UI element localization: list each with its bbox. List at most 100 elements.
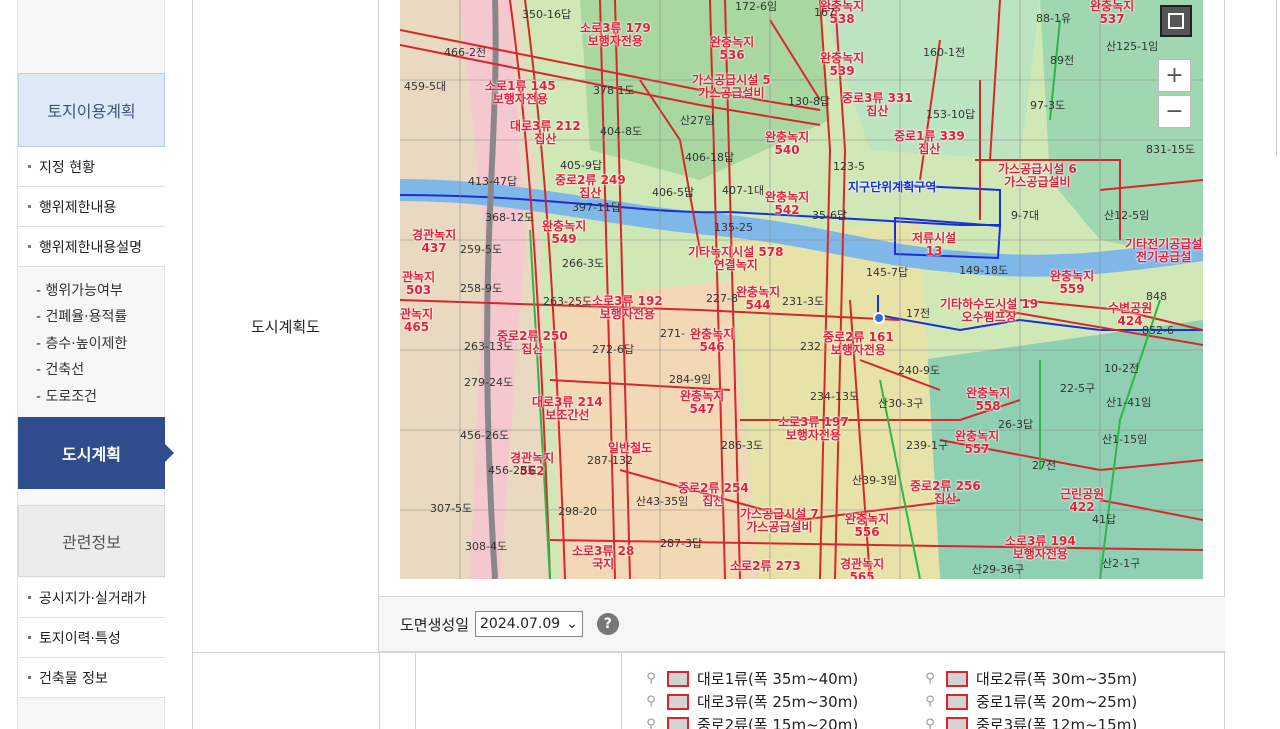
bullet-icon <box>28 596 31 599</box>
parcel-number: 407-1대 <box>722 184 765 197</box>
sidebar-item-building-info[interactable]: 건축물 정보 <box>18 658 165 698</box>
page: 토지이용계획 지정 현황 행위제한내용 행위제한내용설명 - 행위가능여부 - … <box>0 0 1280 729</box>
parcel-number: 413-47답 <box>468 175 518 188</box>
map-label: 완충녹지 546 <box>690 327 735 355</box>
parcel-number: 89전 <box>1050 54 1075 67</box>
parcel-number: 287-132 <box>587 454 633 467</box>
parcel-number: 41답 <box>1092 513 1117 526</box>
parcel-number: 88-1유 <box>1036 12 1072 25</box>
sidebar-item-label: 지정 현황 <box>39 159 95 176</box>
parcel-number: 172-6임 <box>735 0 778 13</box>
map-label: 대로3류 212 집산 <box>510 119 581 147</box>
legend-swatch <box>667 670 689 687</box>
legend-label: 중로2류(폭 15m~20m) <box>697 716 859 729</box>
sidebar-item-restrictions[interactable]: 행위제한내용 <box>18 187 165 227</box>
parcel-number: 10-2전 <box>1104 362 1140 375</box>
parcel-number: 259-5도 <box>460 243 503 256</box>
sidebar-item-land-price[interactable]: 공시지가·실거래가 <box>18 578 165 618</box>
parcel-number: 263-25도 <box>543 295 593 308</box>
map-pin-icon: ⚲ <box>925 717 935 729</box>
parcel-number: 산43-35임 <box>636 495 689 508</box>
legend-swatch <box>946 670 968 687</box>
map-label: 완충녹지 540 <box>765 130 810 158</box>
map-label: 가스공급시설 5 가스공급설비 <box>692 73 771 101</box>
parcel-number: 234-13도 <box>810 390 860 403</box>
city-plan-map[interactable]: 소로3류 179 보행자전용 완충녹지 536 완충녹지 538 완충녹지 539 소로… <box>400 0 1203 579</box>
parcel-number: 35-6답 <box>812 209 848 222</box>
sub-item-coverage-ratio[interactable]: - 건폐율·용적률 <box>36 306 127 326</box>
sub-item-building-line[interactable]: - 건축선 <box>36 359 84 379</box>
parcel-number: 산12-5임 <box>1104 209 1150 222</box>
map-label: 경관녹지 437 <box>412 228 457 256</box>
map-pin-icon: ⚲ <box>925 694 935 709</box>
map-label: 소로2류 273 <box>730 559 801 573</box>
parcel-number: 123-5 <box>833 160 865 173</box>
sidebar-section-land-use[interactable]: 토지이용계획 <box>18 73 165 147</box>
sidebar: 토지이용계획 지정 현황 행위제한내용 행위제한내용설명 - 행위가능여부 - … <box>17 0 174 729</box>
parcel-number: 232 <box>800 340 821 353</box>
map-pin-icon: ⚲ <box>646 694 656 709</box>
map-cell: 소로3류 179 보행자전용 완충녹지 536 완충녹지 538 완충녹지 539 소로… <box>379 0 1225 652</box>
parcel-number: 17전 <box>906 307 931 320</box>
sidebar-section-related-info[interactable]: 관련정보 <box>18 505 165 577</box>
parcel-number: 272-6답 <box>592 343 635 356</box>
parcel-number: 456-28도 <box>488 464 538 477</box>
parcel-number: 406-5답 <box>652 186 695 199</box>
legend-item[interactable]: ⚲ 대로2류(폭 30m~35m) <box>924 667 1137 690</box>
sidebar-item-label: 건축물 정보 <box>39 670 108 687</box>
map-label: 저류시설 13 <box>912 231 957 259</box>
map-label: 중로1류 339 집산 <box>894 129 965 157</box>
parcel-number: 258-9도 <box>460 282 503 295</box>
legend-item[interactable]: ⚲ 중로1류(폭 20m~25m) <box>924 690 1137 713</box>
legend-swatch <box>667 716 689 729</box>
parcel-number: 227-8 <box>706 292 738 305</box>
parcel-number: 239-1구 <box>906 439 949 452</box>
zoom-out-button[interactable]: − <box>1158 95 1191 128</box>
map-label: 기타하수도시설 19 오수펌프장 <box>940 297 1039 325</box>
parcel-number: 97-3도 <box>1030 99 1066 112</box>
map-pin-icon: ⚲ <box>646 717 656 729</box>
map-label: 소로1류 145 보행자전용 <box>485 79 556 107</box>
help-button[interactable]: ? <box>596 613 619 635</box>
legend-item[interactable]: ⚲ 대로1류(폭 35m~40m) <box>645 667 858 690</box>
map-pin-icon: ⚲ <box>646 671 656 686</box>
zoom-in-button[interactable]: + <box>1158 59 1191 92</box>
map-label: 중로2류 161 보행자전용 <box>823 330 894 358</box>
sidebar-item-land-history[interactable]: 토지이력·특성 <box>18 618 165 658</box>
parcel-number: 240-9도 <box>898 364 941 377</box>
parcel-number: 406-18답 <box>685 151 735 164</box>
legend-item[interactable]: ⚲ 대로3류(폭 25m~30m) <box>645 690 858 713</box>
parcel-number: 298-20 <box>558 505 597 518</box>
sub-item-allowed-actions[interactable]: - 행위가능여부 <box>36 280 123 300</box>
parcel-number: 산2-1구 <box>1102 557 1141 570</box>
date-select[interactable]: 2024.07.09 ⌄ <box>475 611 583 637</box>
parcel-number: 산29-36구 <box>972 563 1025 576</box>
legend-item[interactable]: ⚲ 중로2류(폭 15m~20m) <box>645 713 858 729</box>
bullet-icon <box>28 636 31 639</box>
legend-item[interactable]: ⚲ 중로3류(폭 12m~15m) <box>924 713 1137 729</box>
sidebar-item-restriction-description[interactable]: 행위제한내용설명 <box>18 227 165 267</box>
parcel-number: 279-24도 <box>464 376 514 389</box>
parcel-number: 831-15도 <box>1146 143 1196 156</box>
map-label: 소로3류 179 보행자전용 <box>580 21 651 49</box>
scrollbar[interactable] <box>1273 0 1277 157</box>
fullscreen-button[interactable] <box>1160 5 1192 37</box>
parcel-number: 22-5구 <box>1060 382 1096 395</box>
legend-label: 중로1류(폭 20m~25m) <box>976 693 1138 711</box>
legend-swatch <box>946 716 968 729</box>
map-label: 경관녹지 565 <box>840 557 885 579</box>
main-table: 도시계획도 소로3류 179 보행자전용 완충녹지 536 완충녹지 538 완… <box>192 0 1226 729</box>
sidebar-section-city-plan[interactable]: 도시계획 <box>18 417 174 489</box>
sub-item-height-limit[interactable]: - 층수·높이제한 <box>36 333 127 353</box>
date-select-value: 2024.07.09 <box>480 616 561 632</box>
sub-item-road-conditions[interactable]: - 도로조건 <box>36 386 97 406</box>
parcel-number: 852-6 <box>1142 324 1174 337</box>
map-label: 기타전기공급설 전기공급설 <box>1125 237 1203 265</box>
date-label: 도면생성일 <box>400 615 470 634</box>
map-label: 완충녹지 536 <box>710 35 755 63</box>
legend-cell-empty <box>379 653 416 729</box>
fullscreen-icon <box>1168 13 1184 29</box>
parcel-number: 153-10답 <box>926 108 976 121</box>
sidebar-item-designation-status[interactable]: 지정 현황 <box>18 147 165 187</box>
bullet-icon <box>28 245 31 248</box>
